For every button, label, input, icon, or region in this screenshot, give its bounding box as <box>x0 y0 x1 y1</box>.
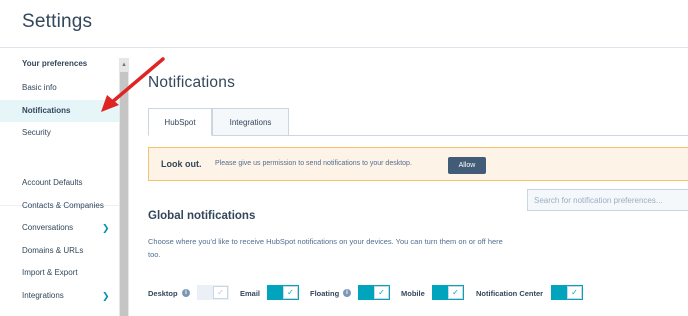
allow-button[interactable]: Allow <box>448 157 486 174</box>
tab-integrations[interactable]: Integrations <box>212 108 289 136</box>
sidebar-item-domains-urls[interactable]: Domains & URLs <box>0 240 119 262</box>
sidebar-item-integrations[interactable]: Integrations ❯ <box>0 285 119 307</box>
tab-underline <box>148 135 688 136</box>
toggle-mobile[interactable]: ✓ <box>432 285 464 300</box>
main-title: Notifications <box>148 74 236 91</box>
section-description: Choose where you'd like to receive HubSp… <box>148 237 503 259</box>
toggle-floating[interactable]: ✓ <box>358 285 390 300</box>
permission-alert: Look out. Please give us permission to s… <box>148 147 688 181</box>
pref-label-floating: Floating <box>310 289 340 298</box>
alert-message: Please give us permission to send notifi… <box>215 160 412 167</box>
sidebar-item-security[interactable]: Security <box>0 122 119 144</box>
toggle-notification-center[interactable]: ✓ <box>551 285 583 300</box>
search-input[interactable] <box>527 189 688 211</box>
sidebar-item-label: Conversations <box>22 223 74 232</box>
toggle-email[interactable]: ✓ <box>267 285 299 300</box>
chevron-down-icon: ❯ <box>102 291 110 301</box>
pref-label-email: Email <box>240 289 261 298</box>
info-icon[interactable]: i <box>182 289 190 297</box>
check-icon: ✓ <box>567 286 582 299</box>
pref-label-desktop: Desktop <box>148 289 178 298</box>
tab-hubspot[interactable]: HubSpot <box>148 108 212 136</box>
info-icon[interactable]: i <box>343 289 351 297</box>
sidebar-item-conversations[interactable]: Conversations ❯ <box>0 217 119 239</box>
alert-title: Look out. <box>161 159 202 169</box>
chevron-down-icon: ❯ <box>102 223 110 233</box>
sidebar-item-contacts-companies[interactable]: Contacts & Companies <box>0 195 119 217</box>
check-icon: ✓ <box>283 286 298 299</box>
page-title: Settings <box>22 11 93 32</box>
pref-label-notification-center: Notification Center <box>476 289 544 298</box>
toggle-desktop[interactable]: ✓ <box>197 285 229 300</box>
sidebar-item-import-export[interactable]: Import & Export <box>0 262 119 284</box>
sidebar-item-label: Integrations <box>22 291 64 300</box>
section-title: Global notifications <box>148 210 256 222</box>
check-icon: ✓ <box>374 286 389 299</box>
check-icon: ✓ <box>213 286 228 299</box>
pref-label-mobile: Mobile <box>401 289 425 298</box>
check-icon: ✓ <box>448 286 463 299</box>
sidebar-item-account-defaults[interactable]: Account Defaults <box>0 172 119 194</box>
